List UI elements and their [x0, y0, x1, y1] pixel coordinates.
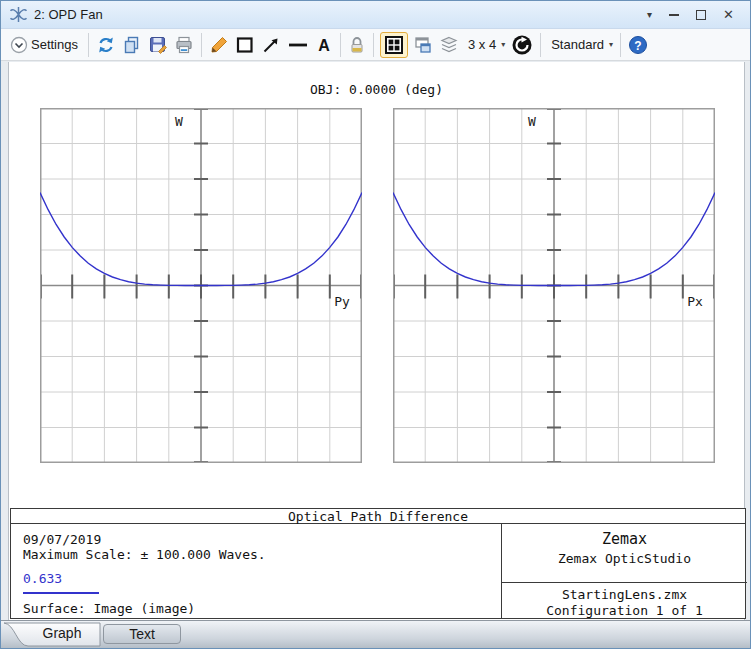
cascade-icon: [413, 35, 433, 55]
opd-fan-py-svg: W Py: [40, 108, 362, 463]
plot-panel-px: W Px: [393, 108, 715, 463]
plot-info-right: Zemax Zemax OpticStudio StartingLens.zmx…: [501, 524, 747, 618]
toolbar-separator: [340, 33, 341, 57]
refresh-icon: [96, 35, 116, 55]
graph-client-area: OBJ: 0.0000 (deg) W Py W Px Optical Path D…: [8, 62, 745, 620]
plot-surface: Surface: Image (image): [23, 601, 195, 616]
lock-icon: [348, 35, 366, 55]
plot-scale: Maximum Scale: ± 100.000 Waves.: [23, 547, 266, 562]
annotate-pencil-button[interactable]: [208, 32, 230, 58]
brand-product: Zemax OpticStudio: [502, 548, 747, 566]
layers-button[interactable]: [438, 32, 460, 58]
toolbar-separator: [88, 33, 89, 57]
help-icon: ?: [628, 35, 648, 55]
arrow-icon: [261, 35, 281, 55]
x-axis-label: Py: [334, 294, 350, 309]
tab-text[interactable]: Text: [103, 624, 181, 644]
display-mode-dropdown-label: Standard: [551, 37, 604, 52]
close-button[interactable]: ✕: [723, 8, 734, 21]
svg-text:A: A: [318, 36, 330, 53]
toolbar-separator: [540, 33, 541, 57]
reset-layout-button[interactable]: [510, 32, 534, 58]
plot-panel-py: W Py: [40, 108, 362, 463]
refresh-button[interactable]: [95, 32, 117, 58]
toolbar-separator: [620, 33, 621, 57]
y-axis-label: W: [528, 114, 536, 129]
window-title: 2: OPD Fan: [34, 7, 103, 22]
display-mode-dropdown[interactable]: Standard ▾: [547, 32, 614, 58]
toolbar-separator: [201, 33, 202, 57]
print-button[interactable]: [173, 32, 195, 58]
line-icon: [287, 35, 309, 55]
settings-button[interactable]: Settings: [9, 32, 82, 58]
lens-file-name: StartingLens.zmx: [502, 583, 747, 602]
plot-title: Optical Path Difference: [11, 509, 745, 524]
y-axis-label: W: [175, 114, 183, 129]
pencil-icon: [209, 35, 229, 55]
split-view-button[interactable]: [380, 32, 408, 58]
reset-icon: [511, 34, 533, 56]
copy-icon: [122, 35, 142, 55]
maximize-button[interactable]: [696, 10, 706, 20]
opd-fan-px-svg: W Px: [393, 108, 715, 463]
settings-chevron-icon: [10, 36, 28, 54]
plot-info-left: 09/07/2019 Maximum Scale: ± 100.000 Wave…: [11, 524, 501, 618]
save-icon: [148, 35, 168, 55]
lock-button[interactable]: [347, 32, 367, 58]
annotate-line-button[interactable]: [286, 32, 310, 58]
window-menu-icon[interactable]: ▾: [647, 9, 652, 20]
toolbar: Settings A 3 x 4 ▾ Standard ▾?: [1, 29, 750, 61]
field-header: OBJ: 0.0000 (deg): [9, 82, 744, 97]
save-button[interactable]: [147, 32, 169, 58]
toolbar-separator: [373, 33, 374, 57]
title-bar: 2: OPD Fan ▾ ✕: [1, 1, 750, 29]
grid-layout-dropdown-label: 3 x 4: [468, 37, 496, 52]
split4-icon: [384, 35, 404, 55]
tab-bar: Graph Text: [1, 620, 750, 649]
layers-icon: [439, 35, 459, 55]
annotate-arrow-button[interactable]: [260, 32, 282, 58]
window-mode-button[interactable]: [412, 32, 434, 58]
help-button[interactable]: ?: [627, 32, 649, 58]
settings-button-label: Settings: [31, 37, 78, 52]
chevron-down-icon: ▾: [501, 40, 505, 49]
plot-date: 09/07/2019: [23, 532, 101, 547]
rectangle-icon: [235, 35, 255, 55]
configuration-label: Configuration 1 of 1: [502, 602, 747, 618]
wavelength-legend-line: [23, 592, 99, 594]
brand-name: Zemax: [502, 524, 747, 548]
wavelength-value: 0.633: [23, 571, 62, 586]
x-axis-label: Px: [687, 294, 703, 309]
minimize-button[interactable]: [669, 14, 679, 16]
copy-button[interactable]: [121, 32, 143, 58]
svg-text:?: ?: [634, 38, 641, 52]
opd-fan-window: 2: OPD Fan ▾ ✕ Settings A 3 x 4 ▾ Standard ▾?…: [0, 0, 751, 649]
print-icon: [174, 35, 194, 55]
annotate-text-button[interactable]: A: [314, 32, 334, 58]
zemax-lens-icon: [9, 6, 28, 23]
grid-layout-dropdown[interactable]: 3 x 4 ▾: [464, 32, 506, 58]
tab-graph[interactable]: Graph: [31, 625, 93, 641]
text-icon: A: [315, 35, 333, 55]
plot-info-box: Optical Path Difference 09/07/2019 Maxim…: [10, 508, 746, 619]
annotate-rectangle-button[interactable]: [234, 32, 256, 58]
chevron-down-icon: ▾: [609, 40, 613, 49]
